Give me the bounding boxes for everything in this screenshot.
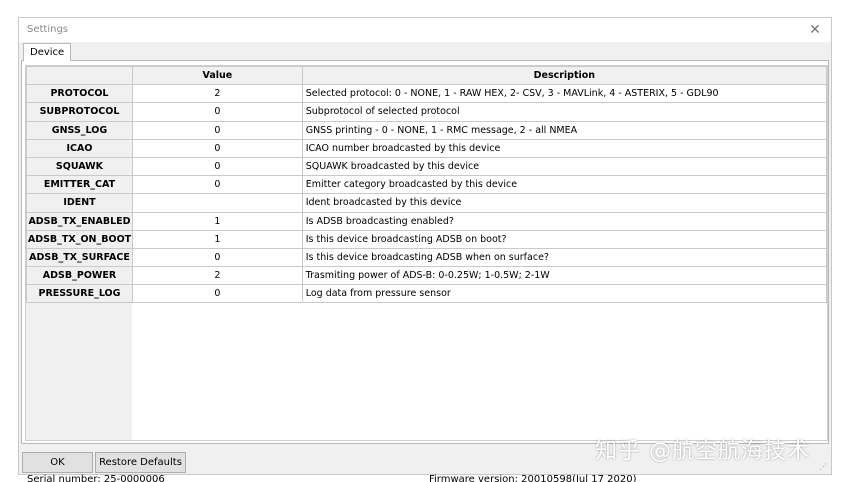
resize-grip-icon[interactable]: ⋰	[819, 462, 829, 472]
firmware-version-label: Firmware version: 20010598(Jul 17 2020)	[429, 474, 637, 482]
row-name-cell[interactable]: SUBPROTOCOL	[26, 102, 133, 122]
serial-number-label: Serial number: 25-0000006	[27, 474, 165, 482]
value-cell[interactable]: 0	[131, 156, 303, 177]
value-cell[interactable]: 0	[131, 175, 303, 195]
column-header-value[interactable]: Value	[131, 66, 303, 86]
description-cell[interactable]: ICAO number broadcasted by this device	[301, 138, 827, 158]
value-cell[interactable]: 0	[131, 120, 303, 140]
window-title: Settings	[27, 24, 69, 35]
row-name-cell[interactable]: ICAO	[26, 138, 133, 158]
settings-table: Value Description PROTOCOL 2 Selected prot…	[26, 66, 827, 304]
table-row[interactable]: EMITTER_CAT 0 Emitter category broadcasted…	[26, 175, 827, 195]
settings-window: Settings ✕ Device Value Description PROT…	[18, 17, 832, 482]
value-cell[interactable]: 1	[131, 229, 303, 249]
row-name-cell[interactable]: GNSS_LOG	[26, 120, 133, 140]
title-bar[interactable]: Settings ✕	[19, 18, 831, 42]
description-cell[interactable]: Subprotocol of selected protocol	[301, 102, 827, 122]
value-cell[interactable]	[131, 193, 303, 213]
value-cell[interactable]: 0	[131, 138, 303, 158]
description-cell[interactable]: GNSS printing - 0 - NONE, 1 - RMC messag…	[301, 120, 827, 140]
row-name-cell[interactable]: ADSB_TX_SURFACE	[26, 247, 133, 268]
table-row[interactable]: ADSB_POWER 2 Trasmiting power of ADS-B: 0-…	[26, 266, 827, 286]
value-cell[interactable]: 1	[131, 211, 303, 231]
description-cell[interactable]: Is this device broadcasting ADSB when on…	[301, 247, 827, 268]
description-cell[interactable]: Is this device broadcasting ADSB on boot…	[301, 229, 827, 249]
row-name-cell[interactable]: PRESSURE_LOG	[26, 284, 133, 304]
description-cell[interactable]: Ident broadcasted by this device	[301, 193, 827, 213]
row-name-cell[interactable]: SQUAWK	[26, 156, 133, 177]
row-name-cell[interactable]: ADSB_TX_ENABLED	[26, 211, 133, 231]
close-icon[interactable]: ✕	[805, 20, 825, 40]
table-row[interactable]: PROTOCOL 2 Selected protocol: 0 - NONE, 1 …	[26, 84, 827, 104]
device-tab-panel: Value Description PROTOCOL 2 Selected prot…	[21, 60, 829, 482]
row-name-cell[interactable]: IDENT	[26, 193, 133, 213]
table-row[interactable]: ICAO 0 ICAO number broadcasted by this dev…	[26, 138, 827, 158]
value-cell[interactable]: 2	[131, 266, 303, 286]
table-row[interactable]: ADSB_TX_ON_BOOT 1 Is this device broadcast…	[26, 229, 827, 249]
ok-button[interactable]: OK	[22, 452, 93, 473]
value-cell[interactable]: 0	[131, 247, 303, 268]
row-name-cell[interactable]: EMITTER_CAT	[26, 175, 133, 195]
value-cell[interactable]: 0	[131, 102, 303, 122]
row-name-cell[interactable]: PROTOCOL	[26, 84, 133, 104]
table-row[interactable]: ADSB_TX_ENABLED 1 Is ADSB broadcasting ena…	[26, 211, 827, 231]
watermark: 知乎 @航空航海技术	[595, 439, 810, 464]
table-row[interactable]: PRESSURE_LOG 0 Log data from pressure sens…	[26, 284, 827, 304]
table-header-row: Value Description	[26, 66, 827, 86]
row-name-cell[interactable]: ADSB_POWER	[26, 266, 133, 286]
table-row[interactable]: SUBPROTOCOL 0 Subprotocol of selected prot…	[26, 102, 827, 122]
value-cell[interactable]: 0	[131, 284, 303, 304]
description-cell[interactable]: Emitter category broadcasted by this dev…	[301, 175, 827, 195]
restore-defaults-button[interactable]: Restore Defaults	[95, 452, 186, 473]
description-cell[interactable]: SQUAWK broadcasted by this device	[301, 156, 827, 177]
tab-device[interactable]: Device	[23, 43, 72, 61]
table-row[interactable]: SQUAWK 0 SQUAWK broadcasted by this device	[26, 156, 827, 177]
table-row[interactable]: GNSS_LOG 0 GNSS printing - 0 - NONE, 1 - R…	[26, 120, 827, 140]
row-name-cell[interactable]: ADSB_TX_ON_BOOT	[26, 229, 133, 249]
description-cell[interactable]: Is ADSB broadcasting enabled?	[301, 211, 827, 231]
column-header-description[interactable]: Description	[301, 66, 827, 86]
table-row[interactable]: IDENT Ident broadcasted by this device	[26, 193, 827, 213]
settings-grid[interactable]: Value Description PROTOCOL 2 Selected prot…	[25, 65, 828, 441]
corner-header-cell[interactable]	[26, 66, 133, 86]
description-cell[interactable]: Log data from pressure sensor	[301, 284, 827, 304]
value-cell[interactable]: 2	[131, 84, 303, 104]
description-cell[interactable]: Trasmiting power of ADS-B: 0-0.25W; 1-0.…	[301, 266, 827, 286]
description-cell[interactable]: Selected protocol: 0 - NONE, 1 - RAW HEX…	[301, 84, 827, 104]
table-row[interactable]: ADSB_TX_SURFACE 0 Is this device broadcast…	[26, 247, 827, 268]
